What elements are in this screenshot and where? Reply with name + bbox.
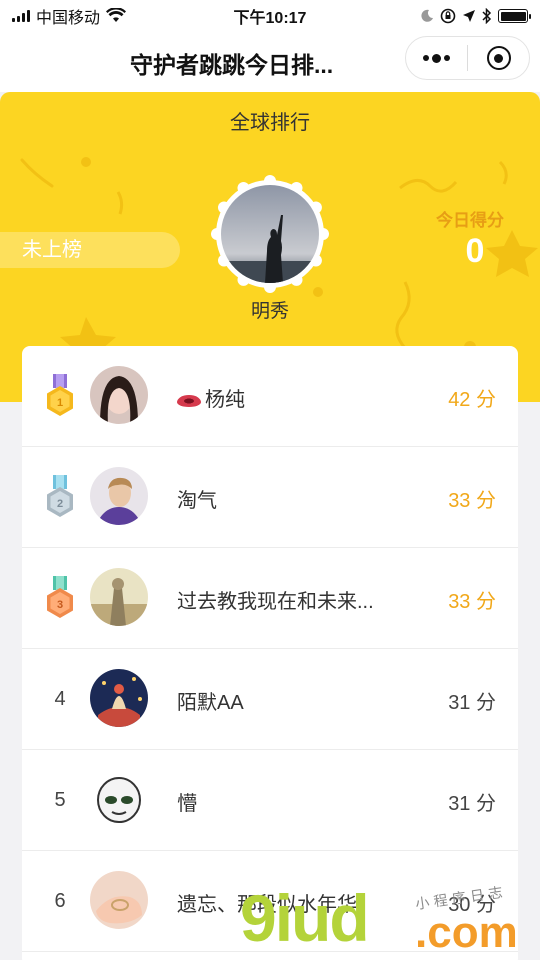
lips-emoji-icon <box>177 394 201 407</box>
player-score: 33 分 <box>448 591 496 613</box>
player-score: 31 分 <box>448 793 496 815</box>
avatar[interactable] <box>90 366 148 424</box>
player-name: 过去教我现在和未来... <box>177 591 374 613</box>
player-name: 遗忘、那段似水年华 <box>177 894 357 916</box>
avatar[interactable] <box>90 467 148 525</box>
svg-text:2: 2 <box>57 498 63 510</box>
user-avatar-frame <box>211 175 329 293</box>
avatar[interactable] <box>221 185 319 283</box>
player-score: 42 分 <box>448 389 496 411</box>
avatar[interactable] <box>90 669 148 727</box>
list-item[interactable]: 4 陌默AA 31 分 <box>22 649 518 750</box>
more-dots-icon <box>423 53 450 63</box>
player-name: 陌默AA <box>177 692 244 714</box>
wifi-icon <box>106 8 127 22</box>
leaderboard-list: 1 杨纯 42 分 2 淘气 33 分 3 过去教我现在和未来... 33 分 … <box>22 346 518 960</box>
location-icon <box>463 10 475 22</box>
svg-text:3: 3 <box>57 599 63 611</box>
bronze-medal-icon: 3 <box>40 571 80 625</box>
player-name: 懵 <box>177 793 197 815</box>
signal-icon <box>12 10 30 22</box>
silver-medal-icon: 2 <box>40 470 80 524</box>
player-score: 33 分 <box>448 490 496 512</box>
battery-icon <box>498 9 531 23</box>
svg-text:1: 1 <box>57 397 63 409</box>
rank-number: 4 <box>54 687 66 710</box>
player-name: 淘气 <box>177 490 217 512</box>
mini-program-capsule <box>405 36 530 80</box>
carrier-label: 中国移动 <box>36 10 101 27</box>
moon-icon <box>421 9 433 22</box>
list-item[interactable]: 3 过去教我现在和未来... 33 分 <box>22 548 518 649</box>
close-mini-program-button[interactable] <box>468 37 529 79</box>
list-item[interactable]: 1 杨纯 42 分 <box>22 346 518 447</box>
rotation-lock-icon <box>440 8 456 24</box>
player-name: 杨纯 <box>177 383 417 412</box>
more-button[interactable] <box>406 37 467 79</box>
unranked-badge: 未上榜 <box>0 232 180 268</box>
global-rank-title: 全球排行 <box>230 112 310 134</box>
list-item[interactable]: 6 遗忘、那段似水年华 30 分 <box>22 851 518 952</box>
user-name: 明秀 <box>250 301 289 322</box>
gold-medal-icon: 1 <box>40 369 80 423</box>
list-item[interactable]: 5 懵 31 分 <box>22 750 518 851</box>
avatar[interactable] <box>90 871 148 929</box>
rank-number: 6 <box>54 889 66 912</box>
avatar[interactable] <box>90 568 148 626</box>
page-title: 守护者跳跳今日排... <box>130 52 334 78</box>
nav-bar: 守护者跳跳今日排... <box>0 32 540 92</box>
list-item[interactable]: 2 淘气 33 分 <box>22 447 518 548</box>
today-score-value: 0 <box>465 232 485 270</box>
player-score: 30 分 <box>448 894 496 916</box>
close-target-icon <box>486 46 511 70</box>
bluetooth-icon <box>482 8 492 24</box>
avatar[interactable] <box>90 770 148 828</box>
player-score: 31 分 <box>448 692 496 714</box>
status-bar: 中国移动 下午10:17 <box>0 0 540 32</box>
today-score-label: 今日得分 <box>436 211 504 230</box>
rank-number: 5 <box>54 788 66 811</box>
